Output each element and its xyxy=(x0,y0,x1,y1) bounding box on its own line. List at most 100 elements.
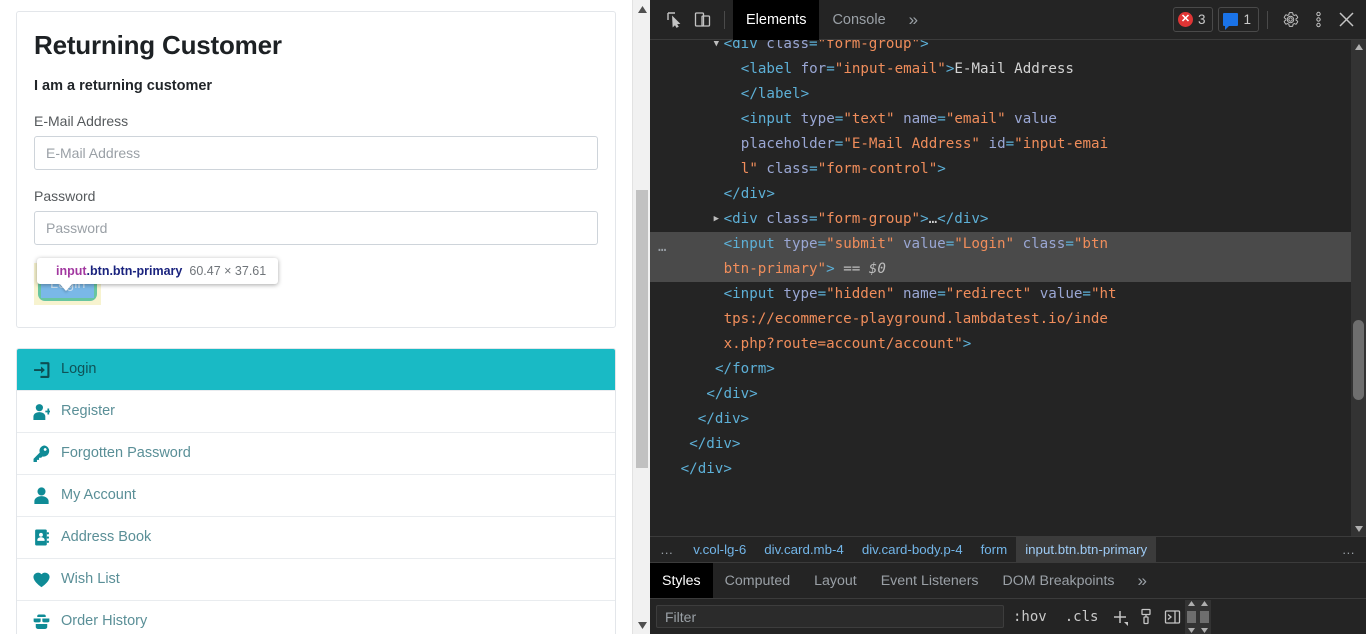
dom-node-row[interactable]: <label for="input-email">E-Mail Address xyxy=(650,57,1366,82)
package-icon xyxy=(33,613,50,630)
dom-node-row[interactable]: tps://ecommerce-playground.lambdatest.io… xyxy=(650,307,1366,332)
message-count-badge[interactable]: 1 xyxy=(1218,7,1259,32)
styles-more-tabs-button[interactable]: » xyxy=(1126,563,1157,598)
error-count-label: 3 xyxy=(1198,12,1206,27)
page-scrollbar[interactable] xyxy=(632,0,650,634)
dom-node-text: </div> xyxy=(650,407,1366,432)
styles-tab-layout[interactable]: Layout xyxy=(802,563,869,598)
inspector-tooltip: input.btn.btn-primary60.47 × 37.61 xyxy=(37,258,278,284)
breadcrumb-item[interactable]: div.card.mb-4 xyxy=(755,537,853,562)
styles-scrollbar[interactable] xyxy=(1185,600,1198,634)
page-scrollbar-thumb[interactable] xyxy=(636,190,648,468)
dom-node-row[interactable]: l" class="form-control"> xyxy=(650,157,1366,182)
styles-scrollbar-2[interactable] xyxy=(1198,600,1211,634)
address-book-icon xyxy=(33,529,50,546)
dom-node-text: x.php?route=account/account"> xyxy=(650,332,1366,357)
screen: Returning Customer I am a returning cust… xyxy=(0,0,1366,634)
breadcrumb-item[interactable]: div.card-body.p-4 xyxy=(853,537,972,562)
dom-tree[interactable]: ▼<div class="form-group"><label for="inp… xyxy=(650,40,1366,536)
dom-node-row[interactable]: </form> xyxy=(650,357,1366,382)
dom-node-text: </form> xyxy=(650,357,1366,382)
styles-scrollbar-thumb[interactable] xyxy=(1187,611,1196,623)
devtools-panel: ElementsConsole » ✕ 3 1 xyxy=(650,0,1366,634)
dom-tree-scrollbar[interactable] xyxy=(1351,40,1366,536)
more-tabs-button[interactable]: » xyxy=(899,0,928,40)
dom-scrollbar-thumb[interactable] xyxy=(1353,320,1364,400)
dom-node-row[interactable]: </div> xyxy=(650,407,1366,432)
styles-tab-styles[interactable]: Styles xyxy=(650,563,713,598)
list-item[interactable]: Wish List xyxy=(17,559,615,601)
password-input[interactable] xyxy=(34,211,598,245)
cls-button[interactable]: .cls xyxy=(1056,605,1108,629)
page-content: Returning Customer I am a returning cust… xyxy=(0,0,632,634)
dom-node-row[interactable]: …<input type="submit" value="Login" clas… xyxy=(650,232,1366,257)
list-item[interactable]: Register xyxy=(17,391,615,433)
inspect-cursor-icon[interactable] xyxy=(660,6,688,34)
breadcrumb-spacer xyxy=(1156,537,1332,562)
tab-elements[interactable]: Elements xyxy=(733,0,819,40)
dom-node-row[interactable]: btn-primary"> == $0 xyxy=(650,257,1366,282)
dom-tree-rows: ▼<div class="form-group"><label for="inp… xyxy=(650,40,1366,482)
gear-icon[interactable] xyxy=(1276,6,1304,34)
list-item[interactable]: Forgotten Password xyxy=(17,433,615,475)
paint-can-icon[interactable] xyxy=(1133,605,1159,629)
heart-icon xyxy=(33,571,50,588)
list-item[interactable]: Order History xyxy=(17,601,615,634)
filter-input[interactable] xyxy=(656,605,1004,628)
dom-node-row[interactable]: </label> xyxy=(650,82,1366,107)
dom-scroll-down-icon[interactable] xyxy=(1351,522,1366,536)
dom-node-row[interactable]: ▶<div class="form-group">…</div> xyxy=(650,207,1366,232)
scroll-down-arrow-icon[interactable] xyxy=(633,616,650,634)
breadcrumb-item[interactable]: … xyxy=(1332,537,1366,562)
dom-node-row[interactable]: </div> xyxy=(650,382,1366,407)
dom-node-text: </div> xyxy=(650,457,1366,482)
breadcrumb-item[interactable]: input.btn.btn-primary xyxy=(1016,537,1156,562)
user-icon xyxy=(33,487,50,504)
dom-node-text: <label for="input-email">E-Mail Address xyxy=(650,57,1366,82)
list-item[interactable]: My Account xyxy=(17,475,615,517)
breadcrumb-item[interactable]: v.col-lg-6 xyxy=(684,537,755,562)
email-label: E-Mail Address xyxy=(34,113,598,129)
dom-node-row[interactable]: </div> xyxy=(650,457,1366,482)
tab-console[interactable]: Console xyxy=(819,0,898,40)
device-toolbar-icon[interactable] xyxy=(688,6,716,34)
breadcrumb: …v.col-lg-6div.card.mb-4div.card-body.p-… xyxy=(650,536,1366,562)
plus-icon[interactable] xyxy=(1107,605,1133,629)
email-input[interactable] xyxy=(34,136,598,170)
list-item[interactable]: Login xyxy=(17,349,615,391)
dom-node-row[interactable]: <input type="hidden" name="redirect" val… xyxy=(650,282,1366,307)
password-form-group: Password xyxy=(34,188,598,245)
expand-triangle-down-icon[interactable]: ▼ xyxy=(714,40,719,57)
dom-node-row[interactable]: ▼<div class="form-group"> xyxy=(650,40,1366,57)
kebab-menu-icon[interactable] xyxy=(1304,6,1332,34)
hov-button[interactable]: :hov xyxy=(1004,605,1056,629)
dom-node-text: l" class="form-control"> xyxy=(650,157,1366,182)
devtools-tabs: ElementsConsole xyxy=(733,0,899,40)
expand-triangle-right-icon[interactable]: ▶ xyxy=(714,207,719,232)
breadcrumb-item[interactable]: form xyxy=(972,537,1017,562)
list-item[interactable]: Address Book xyxy=(17,517,615,559)
user-plus-icon xyxy=(33,403,50,420)
styles-scrollbar-2-thumb[interactable] xyxy=(1200,611,1209,623)
styles-tab-dom-breakpoints[interactable]: DOM Breakpoints xyxy=(991,563,1127,598)
dom-scroll-up-icon[interactable] xyxy=(1351,40,1366,54)
close-icon[interactable] xyxy=(1332,6,1360,34)
email-form-group: E-Mail Address xyxy=(34,113,598,170)
styles-tab-event-listeners[interactable]: Event Listeners xyxy=(869,563,991,598)
computed-sidebar-icon[interactable] xyxy=(1159,605,1185,629)
list-item-label: Register xyxy=(61,402,115,421)
dom-node-row[interactable]: </div> xyxy=(650,432,1366,457)
list-item-label: Wish List xyxy=(61,570,120,589)
dom-node-row[interactable]: </div> xyxy=(650,182,1366,207)
message-icon xyxy=(1223,13,1238,26)
styles-filter-bar: :hov .cls xyxy=(650,598,1366,634)
dom-node-row[interactable]: x.php?route=account/account"> xyxy=(650,332,1366,357)
breadcrumb-item[interactable]: … xyxy=(650,537,684,562)
dom-node-text: </div> xyxy=(650,182,1366,207)
error-count-badge[interactable]: ✕ 3 xyxy=(1173,7,1214,32)
dom-node-row[interactable]: <input type="text" name="email" value xyxy=(650,107,1366,132)
scroll-up-arrow-icon[interactable] xyxy=(633,0,650,18)
styles-tab-computed[interactable]: Computed xyxy=(713,563,802,598)
tooltip-selector-tag: input xyxy=(56,264,87,278)
dom-node-row[interactable]: placeholder="E-Mail Address" id="input-e… xyxy=(650,132,1366,157)
